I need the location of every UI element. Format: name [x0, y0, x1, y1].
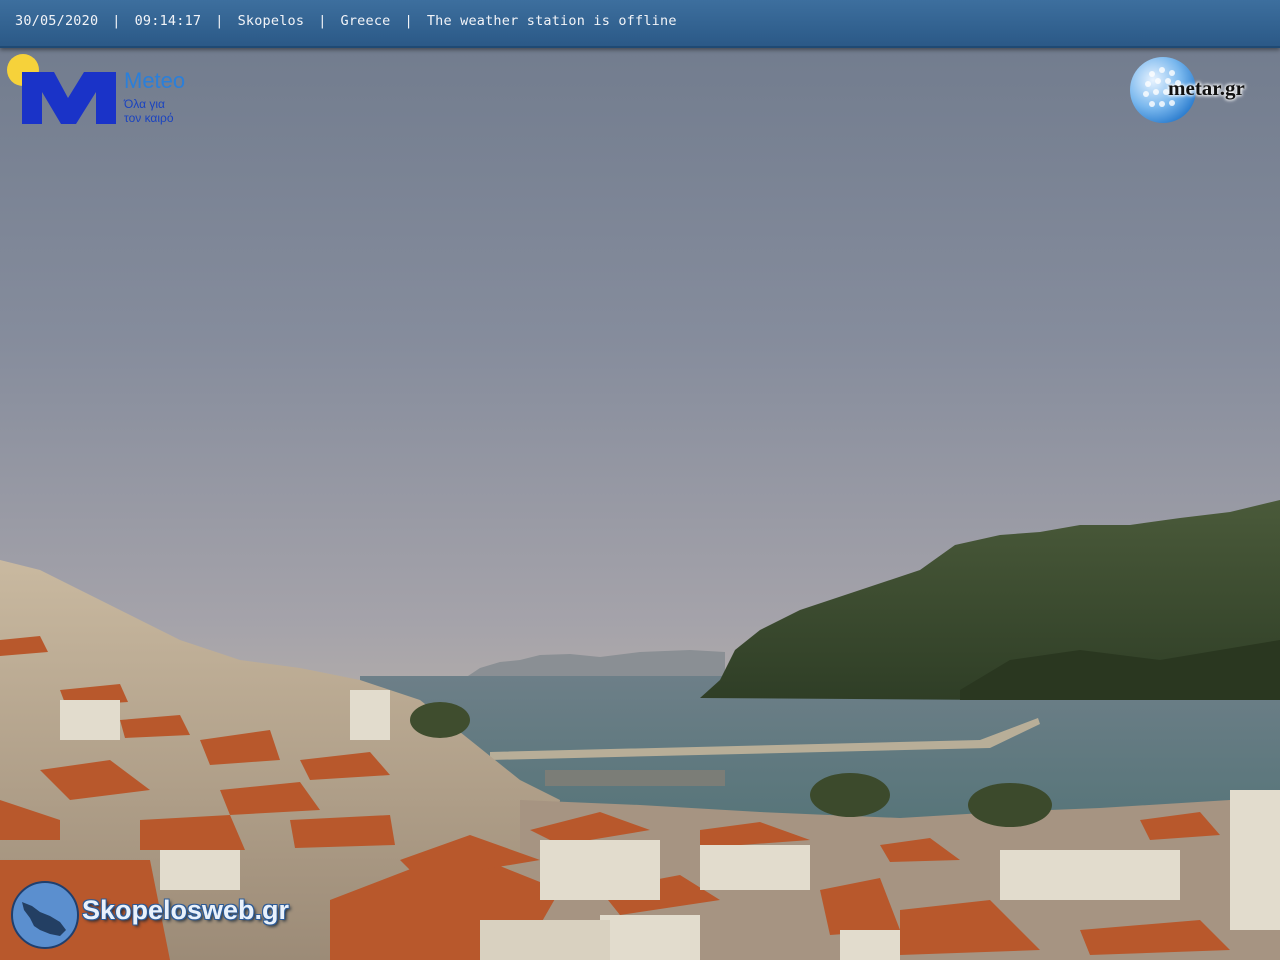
metar-name: metar.gr	[1168, 76, 1245, 100]
m-letter-icon	[22, 72, 116, 124]
meteo-tagline: Όλα για τον καιρό	[124, 97, 204, 125]
location-text: Skopelos	[237, 13, 305, 29]
skopelosweb-name: Skopelosweb.gr	[82, 895, 290, 925]
separator: |	[318, 13, 327, 29]
meteo-tagline-line2: τον καιρό	[124, 111, 174, 125]
status-bar: 30/05/2020 | 09:14:17 | Skopelos | Greece | The …	[0, 0, 1280, 48]
country-text: Greece	[340, 13, 391, 29]
separator: |	[112, 13, 121, 29]
skopelosweb-logo	[11, 881, 79, 949]
time-text: 09:14:17	[134, 13, 202, 29]
status-bar-text: 30/05/2020 | 09:14:17 | Skopelos | Greece | The …	[15, 13, 677, 29]
meteo-tagline-line1: Όλα για	[124, 97, 165, 111]
webcam-image	[0, 0, 1280, 960]
date-text: 30/05/2020	[15, 13, 99, 29]
separator: |	[404, 13, 413, 29]
station-status-text: The weather station is offline	[426, 13, 677, 29]
meteo-name: Meteo	[124, 68, 186, 93]
separator: |	[215, 13, 224, 29]
